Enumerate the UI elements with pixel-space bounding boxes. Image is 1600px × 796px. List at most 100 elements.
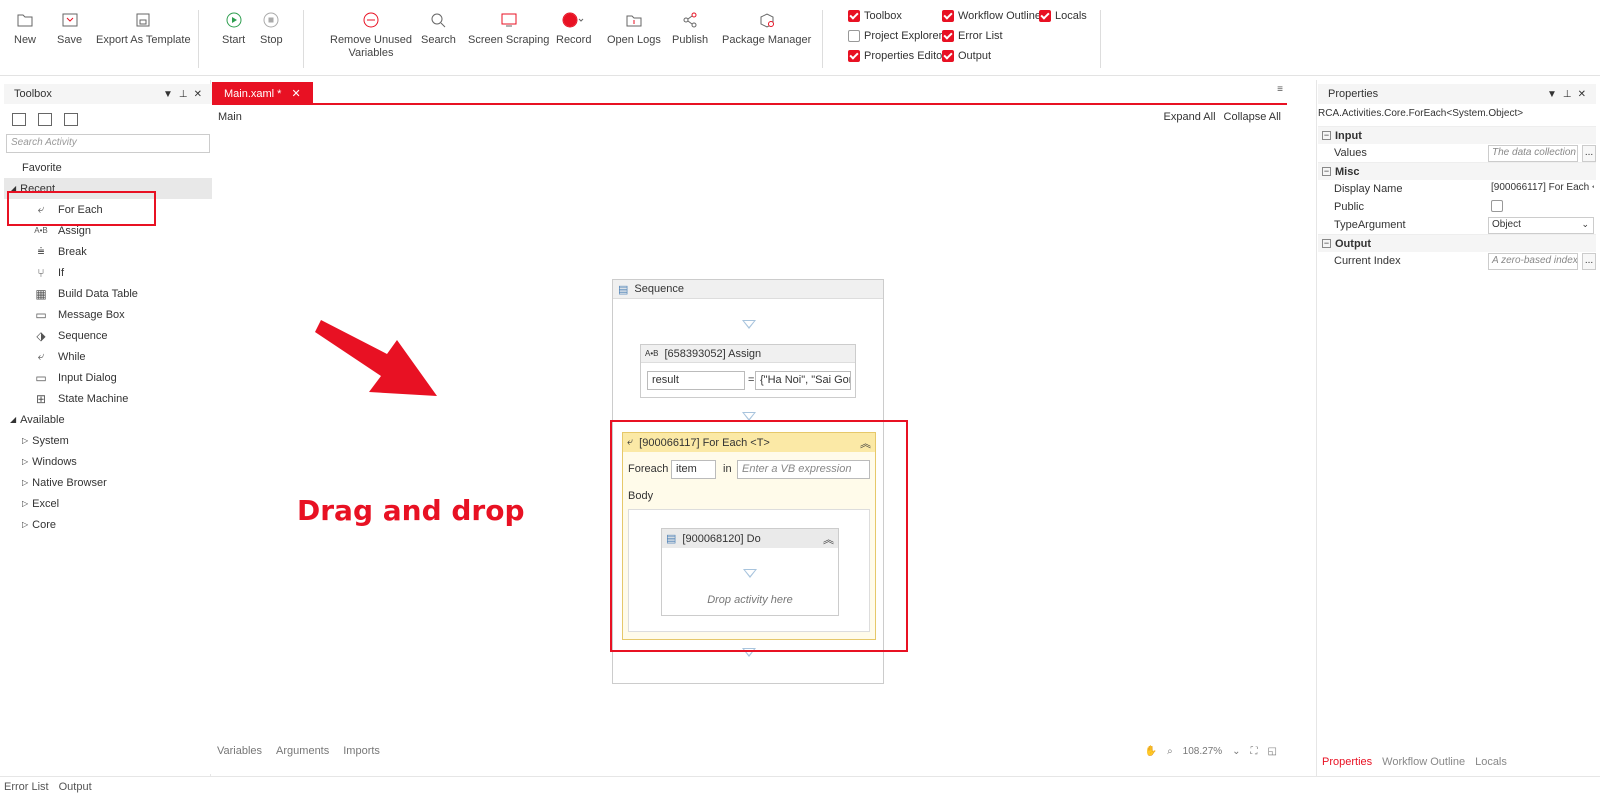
stop-button[interactable]: Stop xyxy=(260,6,283,47)
break-icon: ⩧ xyxy=(37,244,45,258)
tab-properties[interactable]: Properties xyxy=(1322,756,1372,768)
group-output[interactable]: − Output xyxy=(1318,234,1596,252)
assign-value-field[interactable]: {"Ha Noi", "Sai Gon xyxy=(755,371,851,390)
ribbon-separator xyxy=(198,10,199,68)
toolbox-toggle[interactable]: Toolbox xyxy=(848,10,902,22)
group-misc[interactable]: − Misc xyxy=(1318,162,1596,180)
arrow-annotation-icon xyxy=(315,320,437,396)
collapse-all-link[interactable]: Collapse All xyxy=(1224,111,1281,123)
current-index-input[interactable]: A zero-based index xyxy=(1488,252,1578,270)
category-windows[interactable]: ▷ Windows xyxy=(4,451,212,472)
available-category[interactable]: ◢ Available xyxy=(4,409,212,430)
export-template-button[interactable]: Export As Template xyxy=(96,6,191,47)
remove-unused-variables-button[interactable]: Remove Unused Variables xyxy=(330,6,412,60)
open-logs-button[interactable]: Open Logs xyxy=(607,6,661,47)
designer-canvas[interactable]: Drag and drop ▤ Sequence A•B [658393052] A… xyxy=(212,129,1287,760)
variables-link[interactable]: Variables xyxy=(217,745,262,757)
assign-activity[interactable]: A•B [658393052] Assign result = {"Ha Noi"… xyxy=(640,344,856,398)
tab-workflow-outline[interactable]: Workflow Outline xyxy=(1382,756,1465,768)
new-button[interactable]: New xyxy=(14,6,36,47)
group-input[interactable]: − Input xyxy=(1318,126,1596,144)
properties-type-path: RCA.Activities.Core.ForEach<System.Objec… xyxy=(1318,108,1524,119)
pin-icon[interactable]: ⊥ xyxy=(1563,89,1572,100)
designer-breadcrumb-bar: Main Expand All Collapse All xyxy=(212,105,1287,129)
dropdown-icon[interactable]: ▼ xyxy=(163,89,173,100)
collapsed-arrow-icon: ▷ xyxy=(22,457,29,466)
collapsed-arrow-icon: ▷ xyxy=(22,520,29,529)
activity-break[interactable]: ⩧ Break xyxy=(4,241,212,262)
zoom-icon[interactable]: ⌕ xyxy=(1167,746,1173,757)
collapsed-arrow-icon: ▷ xyxy=(22,478,29,487)
save-button[interactable]: Save xyxy=(57,6,82,47)
locals-toggle[interactable]: Locals xyxy=(1039,10,1087,22)
arguments-link[interactable]: Arguments xyxy=(276,745,329,757)
close-icon[interactable]: ✕ xyxy=(291,87,300,100)
drop-point-icon[interactable] xyxy=(742,320,756,329)
activity-build-data-table[interactable]: ▦ Build Data Table xyxy=(4,283,212,304)
search-button[interactable]: Search xyxy=(421,6,456,47)
tab-output[interactable]: Output xyxy=(59,781,92,793)
activity-input-dialog[interactable]: ▭ Input Dialog xyxy=(4,367,212,388)
close-icon[interactable]: ✕ xyxy=(1578,89,1586,100)
activity-message-box[interactable]: ▭ Message Box xyxy=(4,304,212,325)
public-checkbox[interactable] xyxy=(1491,199,1503,212)
collapsed-arrow-icon: ▷ xyxy=(22,499,29,508)
sequence-header: ▤ Sequence xyxy=(613,280,883,299)
fit-screen-icon[interactable]: ⛶ xyxy=(1251,746,1258,757)
tab-main-xaml[interactable]: Main.xaml * ✕ xyxy=(212,82,313,105)
pin-icon[interactable]: ⊥ xyxy=(179,89,188,100)
package-manager-button[interactable]: Package Manager xyxy=(722,6,811,47)
assign-to-field[interactable]: result xyxy=(647,371,745,390)
toolbox-panel: Toolbox ▼ ⊥ ✕ Search Activity Favorite ◢ Re… xyxy=(4,84,212,774)
ellipsis-button[interactable]: ... xyxy=(1582,144,1596,162)
category-native-browser[interactable]: ▷ Native Browser xyxy=(4,472,212,493)
search-activity-input[interactable]: Search Activity xyxy=(6,134,210,153)
error-list-toggle[interactable]: Error List xyxy=(942,30,1003,42)
dropdown-icon[interactable]: ▼ xyxy=(1547,89,1557,100)
activity-if[interactable]: ⑂ If xyxy=(4,262,212,283)
package-icon xyxy=(758,6,776,34)
activity-while[interactable]: ⤶ While xyxy=(4,346,212,367)
checkbox-unchecked-icon xyxy=(848,30,860,42)
start-button[interactable]: Start xyxy=(222,6,245,47)
state-machine-icon: ⊞ xyxy=(35,391,47,406)
chevron-down-icon[interactable]: ⌄ xyxy=(1232,746,1240,757)
zoom-level[interactable]: 108.27% xyxy=(1183,746,1222,757)
record-button[interactable]: Record xyxy=(556,6,591,47)
project-explorer-toggle[interactable]: Project Explorer xyxy=(848,30,942,42)
panel-divider[interactable] xyxy=(1316,80,1317,776)
list-view-icon[interactable] xyxy=(64,112,78,126)
expand-all-link[interactable]: Expand All xyxy=(1164,111,1216,123)
screen-scraping-button[interactable]: Screen Scraping xyxy=(468,6,549,47)
activity-state-machine[interactable]: ⊞ State Machine xyxy=(4,388,212,409)
values-input[interactable]: The data collection xyxy=(1488,144,1578,162)
favorite-category[interactable]: Favorite xyxy=(4,157,212,178)
stop-icon xyxy=(263,6,279,34)
tab-error-list[interactable]: Error List xyxy=(4,781,49,793)
category-core[interactable]: ▷ Core xyxy=(4,514,212,535)
display-name-input[interactable]: [900066117] For Each < xyxy=(1488,181,1594,198)
prop-type-argument: TypeArgument Object ⌄ xyxy=(1318,216,1596,234)
checkbox-checked-icon xyxy=(942,50,954,62)
workflow-outline-toggle[interactable]: Workflow Outline xyxy=(942,10,1041,22)
category-excel[interactable]: ▷ Excel xyxy=(4,493,212,514)
properties-tabs: Properties Workflow Outline Locals xyxy=(1322,756,1507,768)
hand-pan-icon[interactable]: ✋ xyxy=(1145,746,1157,757)
properties-editor-toggle[interactable]: Properties Editor xyxy=(848,50,946,62)
type-argument-select[interactable]: Object ⌄ xyxy=(1488,216,1594,234)
ellipsis-button[interactable]: ... xyxy=(1582,252,1596,270)
output-toggle[interactable]: Output xyxy=(942,50,991,62)
collapse-all-icon[interactable] xyxy=(38,112,52,126)
category-system[interactable]: ▷ System xyxy=(4,430,212,451)
overview-icon[interactable]: ◱ xyxy=(1268,746,1277,757)
expand-all-icon[interactable] xyxy=(12,112,26,126)
imports-link[interactable]: Imports xyxy=(343,745,380,757)
tab-locals[interactable]: Locals xyxy=(1475,756,1507,768)
publish-button[interactable]: Publish xyxy=(672,6,708,47)
breadcrumb[interactable]: Main xyxy=(218,111,242,123)
search-icon xyxy=(430,6,446,34)
tab-menu-icon[interactable]: ≡ xyxy=(1277,84,1283,95)
activity-sequence[interactable]: ⬗ Sequence xyxy=(4,325,212,346)
document-tabbar: Main.xaml * ✕ ≡ xyxy=(212,80,1287,105)
close-icon[interactable]: ✕ xyxy=(194,89,202,100)
